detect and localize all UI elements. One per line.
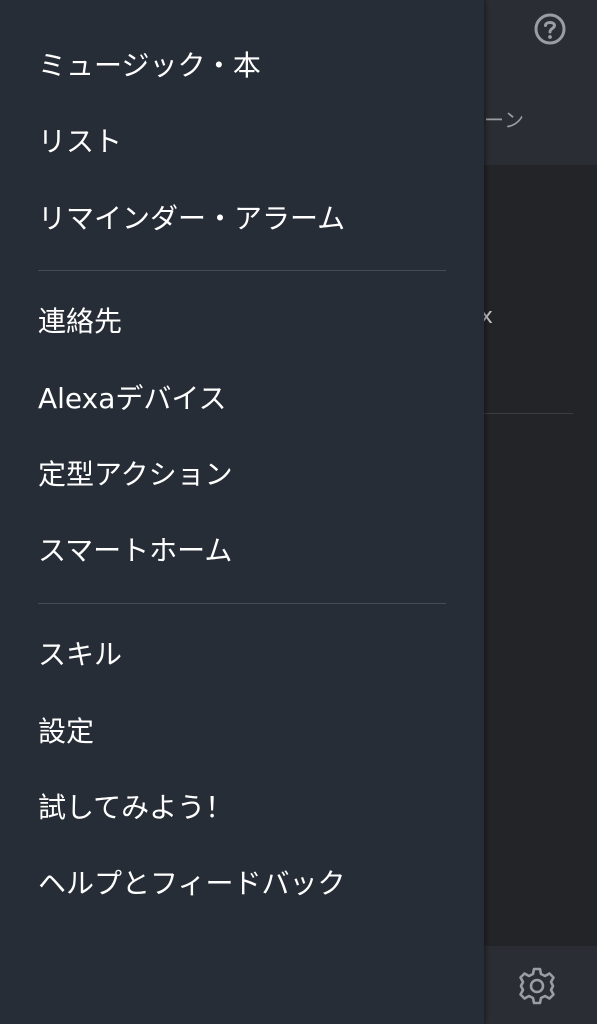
menu-item-alexa-devices[interactable]: Alexaデバイス: [38, 379, 227, 419]
menu-item-smart-home[interactable]: スマートホーム: [38, 531, 232, 571]
menu-divider: [38, 603, 446, 604]
menu-item-routines[interactable]: 定型アクション: [38, 455, 233, 495]
menu-item-reminders-alarms[interactable]: リマインダー・アラーム: [38, 199, 345, 239]
menu-item-help-feedback[interactable]: ヘルプとフィードバック: [38, 864, 345, 904]
menu-item-lists[interactable]: リスト: [38, 122, 122, 162]
menu-item-contacts[interactable]: 連絡先: [38, 302, 122, 342]
gear-icon[interactable]: [516, 965, 558, 1007]
menu-divider: [38, 270, 446, 271]
help-icon[interactable]: [533, 12, 567, 46]
screen: ーン x ミュージック・本 リスト リマインダー・アラーム 連絡先 Alexaデ…: [0, 0, 597, 1024]
navigation-drawer: ミュージック・本 リスト リマインダー・アラーム 連絡先 Alexaデバイス 定…: [0, 0, 484, 1024]
menu-item-things-to-try[interactable]: 試してみよう！: [38, 788, 233, 828]
menu-item-skills[interactable]: スキル: [38, 635, 122, 675]
background-tab-label[interactable]: ーン: [484, 104, 525, 133]
menu-item-music-books[interactable]: ミュージック・本: [38, 46, 261, 86]
background-divider: [484, 413, 573, 414]
menu-item-settings[interactable]: 設定: [38, 712, 94, 752]
